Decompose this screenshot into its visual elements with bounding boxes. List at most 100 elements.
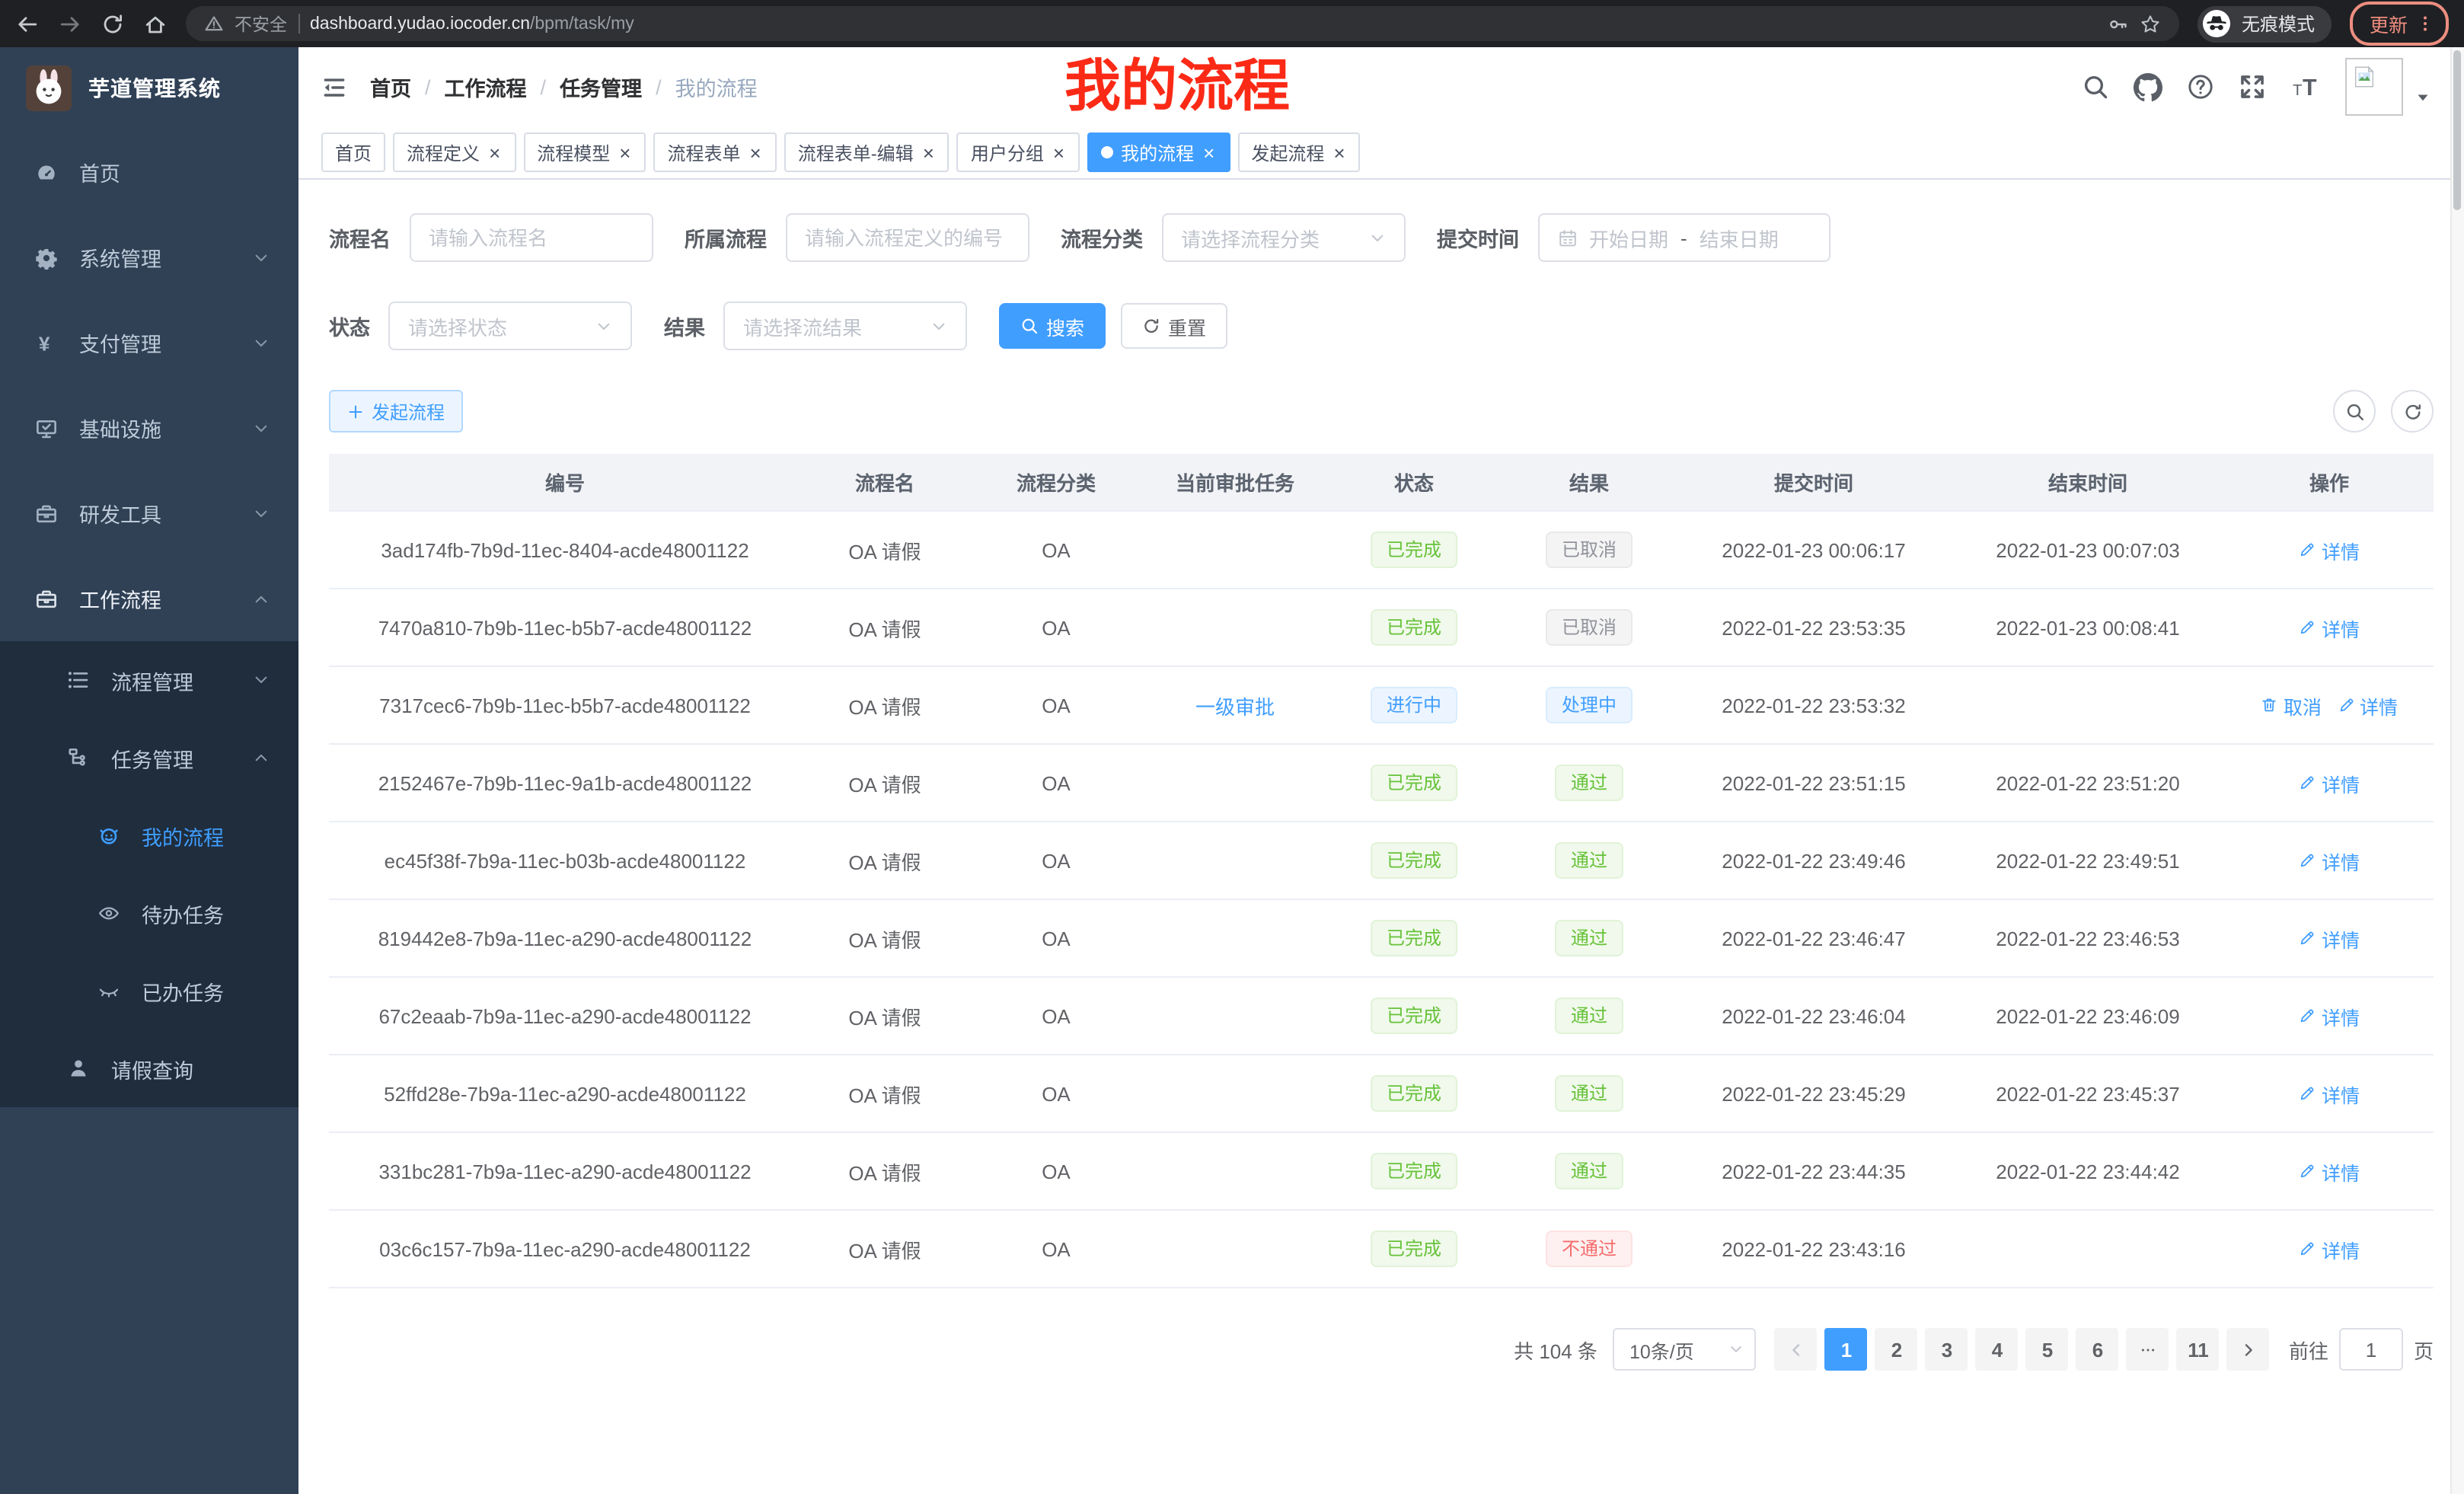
font-size-icon[interactable]: TT (2290, 73, 2321, 101)
chevron-down-icon (253, 249, 270, 266)
detail-action-link[interactable]: 详情 (2299, 535, 2360, 564)
sidebar-item-eye[interactable]: 待办任务 (0, 874, 298, 952)
tab-item[interactable]: 流程表单× (653, 132, 776, 172)
sidebar-item-toolbox[interactable]: 研发工具 (0, 471, 298, 556)
app-logo-row[interactable]: 芋道管理系统 (0, 47, 298, 129)
action-label: 详情 (2322, 1079, 2360, 1108)
tab-close-icon[interactable]: × (1202, 142, 1216, 162)
avatar[interactable] (2345, 58, 2403, 116)
detail-action-link[interactable]: 详情 (2299, 1157, 2360, 1186)
sidebar-collapse-icon[interactable] (321, 74, 347, 100)
browser-reload-icon[interactable] (101, 11, 125, 36)
help-icon[interactable] (2187, 73, 2214, 101)
page-number-button[interactable]: 1 (1825, 1328, 1868, 1371)
tab-item[interactable]: 流程表单-编辑× (784, 132, 950, 172)
avatar-caret-icon[interactable] (2415, 90, 2430, 105)
sidebar-item-gauge[interactable]: 首页 (0, 129, 298, 215)
refresh-table-button[interactable] (2391, 390, 2434, 433)
action-label: 详情 (2322, 768, 2360, 797)
sidebar-item-yen[interactable]: ¥支付管理 (0, 300, 298, 385)
cell-current-task[interactable]: 一级审批 (1144, 666, 1326, 744)
breadcrumb-item[interactable]: 工作流程 (445, 72, 527, 102)
process-definition-input[interactable] (785, 213, 1029, 262)
category-select[interactable]: 请选择流程分类 (1161, 213, 1405, 262)
sidebar-item-gear[interactable]: 系统管理 (0, 215, 298, 300)
pager-ellipsis[interactable] (2127, 1328, 2169, 1371)
sidebar-item-monitor[interactable]: 基础设施 (0, 385, 298, 471)
sidebar: 芋道管理系统 首页系统管理¥支付管理基础设施研发工具工作流程流程管理任务管理我的… (0, 47, 298, 1494)
page-scrollbar[interactable] (2450, 47, 2464, 1494)
password-key-icon[interactable] (2108, 13, 2129, 34)
sidebar-item-flow[interactable]: 任务管理 (0, 719, 298, 796)
breadcrumb-item: 我的流程 (675, 72, 758, 102)
status-badge: 已完成 (1371, 609, 1457, 646)
process-name-input[interactable] (409, 213, 653, 262)
result-select[interactable]: 请选择流结果 (723, 302, 967, 350)
page-number-button[interactable]: 6 (2076, 1328, 2119, 1371)
page-number-button[interactable]: 2 (1875, 1328, 1918, 1371)
chevron-right-icon (2240, 1341, 2257, 1358)
show-search-button[interactable] (2333, 390, 2376, 433)
page-number-button[interactable]: 11 (2177, 1328, 2220, 1371)
search-icon[interactable] (2082, 73, 2109, 101)
goto-page-input[interactable] (2339, 1328, 2403, 1371)
tab-close-icon[interactable]: × (618, 142, 632, 162)
tab-item[interactable]: 发起流程× (1237, 132, 1360, 172)
tab-close-icon[interactable]: × (487, 142, 502, 162)
detail-action-link[interactable]: 详情 (2299, 846, 2360, 875)
scrollbar-thumb[interactable] (2453, 50, 2461, 210)
sidebar-item-eye-closed[interactable]: 已办任务 (0, 952, 298, 1030)
cell-category: OA (969, 899, 1144, 977)
detail-action-link[interactable]: 详情 (2299, 924, 2360, 953)
browser-menu-icon[interactable] (2415, 14, 2435, 34)
sidebar-item-toolbox[interactable]: 工作流程 (0, 556, 298, 641)
create-process-button[interactable]: 发起流程 (329, 390, 463, 433)
tab-item[interactable]: 用户分组× (957, 132, 1080, 172)
detail-action-link[interactable]: 详情 (2299, 1079, 2360, 1108)
detail-action-link[interactable]: 详情 (2299, 613, 2360, 642)
tab-item[interactable]: 流程定义× (393, 132, 515, 172)
search-button[interactable]: 搜索 (999, 303, 1106, 349)
column-header: 当前审批任务 (1144, 454, 1326, 511)
browser-back-icon[interactable] (15, 11, 40, 36)
prev-page-button[interactable] (1775, 1328, 1818, 1371)
address-bar[interactable]: 不安全 dashboard.yudao.iocoder.cn/bpm/task/… (186, 6, 2179, 41)
breadcrumb-item[interactable]: 首页 (370, 72, 411, 102)
reset-button[interactable]: 重置 (1121, 303, 1227, 349)
tab-close-icon[interactable]: × (1332, 142, 1346, 162)
cancel-action-link[interactable]: 取消 (2261, 691, 2322, 720)
cell-status: 已完成 (1326, 822, 1502, 899)
page-number-button[interactable]: 3 (1926, 1328, 1968, 1371)
github-icon[interactable] (2134, 72, 2162, 101)
next-page-button[interactable] (2227, 1328, 2270, 1371)
tab-item[interactable]: 首页 (321, 132, 385, 172)
browser-update-button[interactable]: 更新 (2350, 2, 2449, 46)
detail-action-link[interactable]: 详情 (2299, 1234, 2360, 1263)
sidebar-item-robot[interactable]: 我的流程 (0, 796, 298, 874)
sidebar-item-user[interactable]: 请假查询 (0, 1030, 298, 1107)
page-size-select[interactable]: 10条/页 (1613, 1328, 1756, 1371)
date-range-picker[interactable]: 开始日期 - 结束日期 (1537, 213, 1830, 262)
tab-close-icon[interactable]: × (921, 142, 936, 162)
fullscreen-icon[interactable] (2239, 73, 2266, 101)
sidebar-item-tree[interactable]: 流程管理 (0, 641, 298, 719)
cell-result: 已取消 (1502, 589, 1677, 666)
tab-active[interactable]: 我的流程× (1087, 132, 1230, 172)
status-badge: 已完成 (1371, 765, 1457, 801)
bookmark-star-icon[interactable] (2140, 13, 2161, 34)
browser-home-icon[interactable] (143, 11, 168, 36)
filter-row-2: 状态 请选择状态 结果 请选择流结果 搜索 (329, 302, 2434, 350)
tab-item[interactable]: 流程模型× (523, 132, 646, 172)
pencil-icon (2299, 541, 2317, 559)
page-number-button[interactable]: 4 (1976, 1328, 2019, 1371)
page-number-button[interactable]: 5 (2026, 1328, 2069, 1371)
browser-forward-icon[interactable] (58, 11, 82, 36)
current-task-link[interactable]: 一级审批 (1195, 695, 1275, 718)
status-select[interactable]: 请选择状态 (388, 302, 632, 350)
breadcrumb-item[interactable]: 任务管理 (560, 72, 642, 102)
tab-close-icon[interactable]: × (1052, 142, 1066, 162)
detail-action-link[interactable]: 详情 (2299, 1001, 2360, 1030)
detail-action-link[interactable]: 详情 (2299, 768, 2360, 797)
detail-action-link[interactable]: 详情 (2337, 691, 2398, 720)
tab-close-icon[interactable]: × (748, 142, 763, 162)
